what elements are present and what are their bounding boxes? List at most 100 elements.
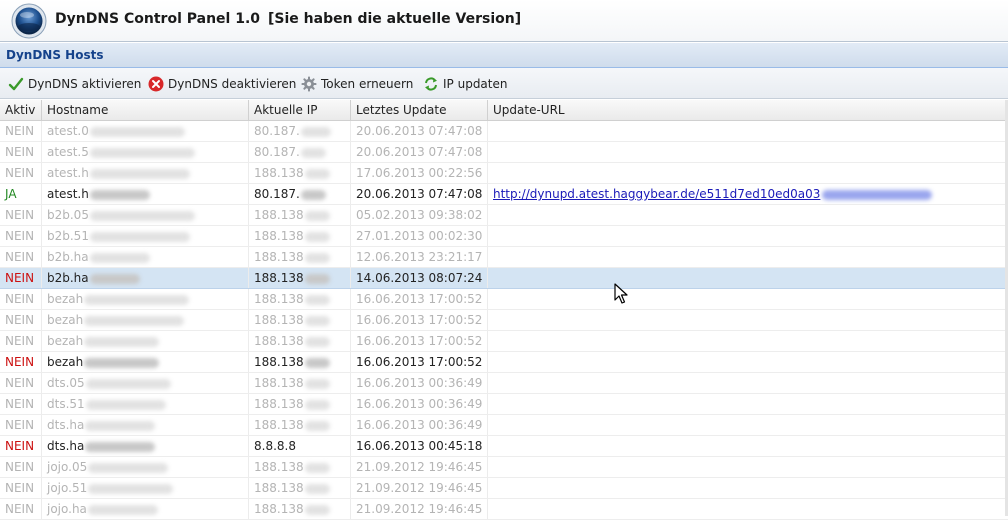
- hostname-text: bezah: [47, 355, 84, 369]
- table-row[interactable]: NEIN bezah 188.138 16.06.2013 17:00:52: [0, 310, 1008, 331]
- redacted-blur: [304, 336, 330, 347]
- cell-ip: 188.138: [249, 163, 351, 183]
- cell-update-url: [488, 310, 1008, 330]
- red-x-icon: [148, 76, 164, 92]
- hostname-text: jojo.ha: [47, 502, 87, 516]
- table-row[interactable]: NEIN bezah 188.138 16.06.2013 17:00:52: [0, 289, 1008, 310]
- activate-button[interactable]: DynDNS aktivieren: [8, 75, 141, 93]
- redacted-blur: [304, 462, 330, 473]
- redacted-blur: [89, 126, 185, 137]
- deactivate-button[interactable]: DynDNS deaktivieren: [148, 75, 296, 93]
- hostname-text: b2b.05: [47, 208, 89, 222]
- redacted-blur: [84, 294, 190, 305]
- ip-text: 80.187.: [254, 187, 300, 201]
- cell-aktiv: NEIN: [0, 289, 42, 309]
- redacted-blur: [89, 168, 190, 179]
- green-check-icon: [8, 77, 24, 91]
- last-update-text: 21.09.2012 19:46:45: [356, 502, 483, 516]
- cell-aktiv: NEIN: [0, 163, 42, 183]
- cell-update-url: [488, 499, 1008, 519]
- last-update-text: 12.06.2013 23:21:17: [356, 250, 483, 264]
- ip-update-label: IP updaten: [443, 77, 508, 91]
- cell-ip: 188.138: [249, 394, 351, 414]
- ip-update-button[interactable]: IP updaten: [423, 75, 507, 93]
- cell-aktiv: NEIN: [0, 415, 42, 435]
- redacted-blur: [84, 315, 185, 326]
- cell-aktiv: NEIN: [0, 352, 42, 372]
- table-row[interactable]: NEIN jojo.51 188.138 21.09.2012 19:46:45: [0, 478, 1008, 499]
- app-title-text: DynDNS Control Panel 1.0: [55, 11, 261, 27]
- dyndns-logo-icon: [11, 3, 47, 39]
- table-row[interactable]: NEIN dts.05 188.138 16.06.2013 00:36:49: [0, 373, 1008, 394]
- refresh-arrows-icon: [425, 77, 437, 91]
- table-row[interactable]: NEIN bezah 188.138 16.06.2013 17:00:52: [0, 331, 1008, 352]
- hostname-text: dts.51: [47, 397, 85, 411]
- redacted-blur: [304, 231, 330, 242]
- last-update-text: 16.06.2013 17:00:52: [356, 313, 483, 327]
- cell-hostname: dts.05: [42, 373, 249, 393]
- column-header-aktiv[interactable]: Aktiv: [0, 100, 42, 120]
- cell-ip: 188.138: [249, 331, 351, 351]
- redacted-blur: [822, 189, 933, 200]
- redacted-blur: [304, 315, 330, 326]
- cell-hostname: bezah: [42, 331, 249, 351]
- table-row[interactable]: NEIN bezah 188.138 16.06.2013 17:00:52: [0, 352, 1008, 373]
- cell-last-update: 20.06.2013 07:47:08: [351, 142, 488, 162]
- cell-hostname: b2b.ha: [42, 247, 249, 267]
- cell-update-url: [488, 205, 1008, 225]
- grid-header: Aktiv Hostname Aktuelle IP Letztes Updat…: [0, 100, 1008, 121]
- hostname-text: jojo.05: [47, 460, 88, 474]
- status-text: NEIN: [5, 376, 35, 390]
- ip-text: 188.138: [254, 250, 304, 264]
- panel-title: DynDNS Hosts: [6, 48, 104, 62]
- table-row[interactable]: JA atest.h 80.187. 20.06.2013 07:47:08 http:…: [0, 184, 1008, 205]
- toolbar: DynDNS aktivieren DynDNS deaktivieren To…: [0, 68, 1008, 99]
- status-text: NEIN: [5, 271, 35, 285]
- last-update-text: 05.02.2013 09:38:02: [356, 208, 483, 222]
- hostname-text: bezah: [47, 334, 84, 348]
- cell-ip: 188.138: [249, 373, 351, 393]
- table-row[interactable]: NEIN dts.51 188.138 16.06.2013 00:36:49: [0, 394, 1008, 415]
- table-row[interactable]: NEIN b2b.51 188.138 27.01.2013 00:02:30: [0, 226, 1008, 247]
- table-row[interactable]: NEIN atest.h 188.138 17.06.2013 00:22:56: [0, 163, 1008, 184]
- table-row[interactable]: NEIN b2b.ha 188.138 14.06.2013 08:07:24: [0, 268, 1008, 289]
- redacted-blur: [300, 126, 331, 137]
- last-update-text: 16.06.2013 00:36:49: [356, 376, 483, 390]
- cell-aktiv: NEIN: [0, 142, 42, 162]
- cell-update-url: [488, 289, 1008, 309]
- redacted-blur: [304, 399, 330, 410]
- column-header-ip[interactable]: Aktuelle IP: [249, 100, 351, 120]
- cell-ip: 188.138: [249, 289, 351, 309]
- table-row[interactable]: NEIN jojo.05 188.138 21.09.2012 19:46:45: [0, 457, 1008, 478]
- deactivate-label: DynDNS deaktivieren: [168, 77, 297, 91]
- last-update-text: 16.06.2013 00:36:49: [356, 418, 483, 432]
- table-row[interactable]: NEIN atest.5 80.187. 20.06.2013 07:47:08: [0, 142, 1008, 163]
- ip-text: 188.138: [254, 229, 304, 243]
- hostname-text: atest.0: [47, 124, 89, 138]
- cell-ip: 188.138: [249, 226, 351, 246]
- table-row[interactable]: NEIN dts.ha 188.138 16.06.2013 00:36:49: [0, 415, 1008, 436]
- cell-last-update: 21.09.2012 19:46:45: [351, 478, 488, 498]
- cell-update-url: [488, 478, 1008, 498]
- table-row[interactable]: NEIN dts.ha 8.8.8.8 16.06.2013 00:45:18: [0, 436, 1008, 457]
- ip-text: 188.138: [254, 292, 304, 306]
- ip-text: 188.138: [254, 334, 304, 348]
- column-header-hostname[interactable]: Hostname: [42, 100, 249, 120]
- cell-last-update: 16.06.2013 17:00:52: [351, 331, 488, 351]
- token-renew-button[interactable]: Token erneuern: [301, 75, 413, 93]
- hosts-grid-body: NEIN atest.0 80.187. 20.06.2013 07:47:08 NEI…: [0, 121, 1008, 520]
- table-row[interactable]: NEIN b2b.05 188.138 05.02.2013 09:38:02: [0, 205, 1008, 226]
- column-header-update-url[interactable]: Update-URL: [488, 100, 1008, 120]
- redacted-blur: [88, 462, 169, 473]
- hostname-text: jojo.51: [47, 481, 88, 495]
- cell-update-url: [488, 163, 1008, 183]
- column-header-last-update[interactable]: Letztes Update: [351, 100, 488, 120]
- update-url-link[interactable]: http://dynupd.atest.haggybear.de/e511d7e…: [493, 187, 820, 201]
- ip-text: 188.138: [254, 208, 304, 222]
- cell-last-update: 12.06.2013 23:21:17: [351, 247, 488, 267]
- hostname-text: dts.ha: [47, 418, 85, 432]
- cell-aktiv: NEIN: [0, 268, 42, 288]
- table-row[interactable]: NEIN jojo.ha 188.138 21.09.2012 19:46:45: [0, 499, 1008, 520]
- table-row[interactable]: NEIN atest.0 80.187. 20.06.2013 07:47:08: [0, 121, 1008, 142]
- table-row[interactable]: NEIN b2b.ha 188.138 12.06.2013 23:21:17: [0, 247, 1008, 268]
